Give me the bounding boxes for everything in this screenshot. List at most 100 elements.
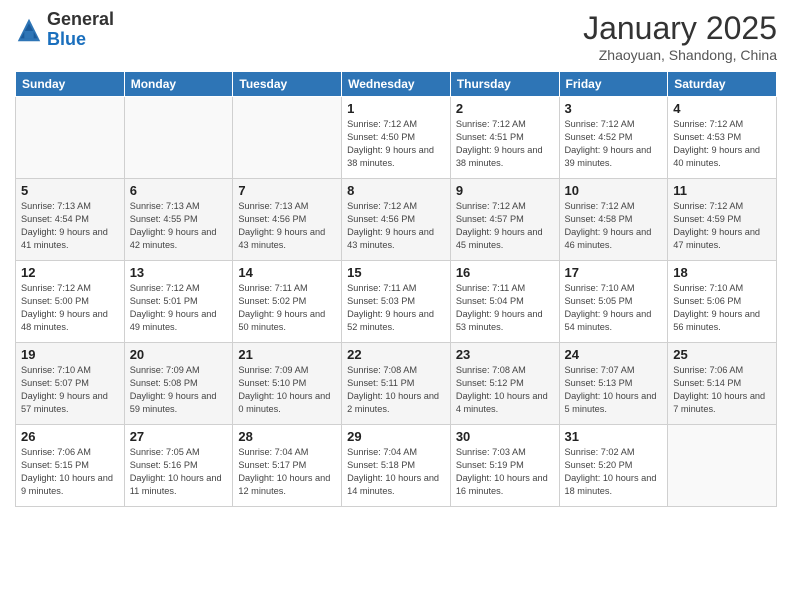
calendar-cell: 9 Sunrise: 7:12 AM Sunset: 4:57 PM Daylig… — [450, 179, 559, 261]
calendar-cell: 12 Sunrise: 7:12 AM Sunset: 5:00 PM Dayli… — [16, 261, 125, 343]
calendar-week-5: 26 Sunrise: 7:06 AM Sunset: 5:15 PM Dayli… — [16, 425, 777, 507]
calendar-cell: 14 Sunrise: 7:11 AM Sunset: 5:02 PM Dayli… — [233, 261, 342, 343]
day-number: 7 — [238, 183, 336, 198]
day-number: 28 — [238, 429, 336, 444]
day-info: Sunrise: 7:08 AM Sunset: 5:11 PM Dayligh… — [347, 364, 445, 416]
calendar-cell: 7Sunrise: 7:13 AM Sunset: 4:56 PM Daylig… — [233, 179, 342, 261]
calendar-week-1: 1 Sunrise: 7:12 AM Sunset: 4:50 PM Daylig… — [16, 97, 777, 179]
day-info: Sunrise: 7:12 AM Sunset: 4:58 PM Dayligh… — [565, 200, 663, 252]
month-title: January 2025 — [583, 10, 777, 47]
day-info: Sunrise: 7:02 AM Sunset: 5:20 PM Dayligh… — [565, 446, 663, 498]
logo: General Blue — [15, 10, 114, 50]
day-info: Sunrise: 7:06 AM Sunset: 5:15 PM Dayligh… — [21, 446, 119, 498]
calendar-cell — [233, 97, 342, 179]
day-number: 21 — [238, 347, 336, 362]
calendar-cell: 16 Sunrise: 7:11 AM Sunset: 5:04 PM Dayli… — [450, 261, 559, 343]
day-number: 2 — [456, 101, 554, 116]
day-number: 29 — [347, 429, 445, 444]
day-number: 1 — [347, 101, 445, 116]
calendar-cell: 1 Sunrise: 7:12 AM Sunset: 4:50 PM Daylig… — [342, 97, 451, 179]
day-number: 3 — [565, 101, 663, 116]
day-info: Sunrise: 7:03 AM Sunset: 5:19 PM Dayligh… — [456, 446, 554, 498]
day-info: Sunrise: 7:09 AM Sunset: 5:08 PM Dayligh… — [130, 364, 228, 416]
day-number: 9 — [456, 183, 554, 198]
day-info: Sunrise: 7:04 AM Sunset: 5:17 PM Dayligh… — [238, 446, 336, 498]
day-info: Sunrise: 7:13 AM Sunset: 4:54 PM Dayligh… — [21, 200, 119, 252]
day-info: Sunrise: 7:12 AM Sunset: 5:01 PM Dayligh… — [130, 282, 228, 334]
calendar-cell: 31 Sunrise: 7:02 AM Sunset: 5:20 PM Dayli… — [559, 425, 668, 507]
col-tuesday: Tuesday — [233, 72, 342, 97]
day-number: 20 — [130, 347, 228, 362]
calendar-cell: 24Sunrise: 7:07 AM Sunset: 5:13 PM Dayli… — [559, 343, 668, 425]
day-info: Sunrise: 7:12 AM Sunset: 5:00 PM Dayligh… — [21, 282, 119, 334]
calendar-table: Sunday Monday Tuesday Wednesday Thursday… — [15, 71, 777, 507]
calendar-cell: 25 Sunrise: 7:06 AM Sunset: 5:14 PM Dayli… — [668, 343, 777, 425]
day-number: 4 — [673, 101, 771, 116]
day-number: 27 — [130, 429, 228, 444]
day-info: Sunrise: 7:11 AM Sunset: 5:02 PM Dayligh… — [238, 282, 336, 334]
day-info: Sunrise: 7:12 AM Sunset: 4:57 PM Dayligh… — [456, 200, 554, 252]
day-info: Sunrise: 7:12 AM Sunset: 4:52 PM Dayligh… — [565, 118, 663, 170]
day-info: Sunrise: 7:12 AM Sunset: 4:59 PM Dayligh… — [673, 200, 771, 252]
day-info: Sunrise: 7:12 AM Sunset: 4:50 PM Dayligh… — [347, 118, 445, 170]
calendar-cell — [124, 97, 233, 179]
logo-general: General — [47, 9, 114, 29]
day-info: Sunrise: 7:12 AM Sunset: 4:53 PM Dayligh… — [673, 118, 771, 170]
day-number: 14 — [238, 265, 336, 280]
day-number: 22 — [347, 347, 445, 362]
calendar-cell: 8Sunrise: 7:12 AM Sunset: 4:56 PM Daylig… — [342, 179, 451, 261]
day-info: Sunrise: 7:07 AM Sunset: 5:13 PM Dayligh… — [565, 364, 663, 416]
day-number: 13 — [130, 265, 228, 280]
day-number: 26 — [21, 429, 119, 444]
day-number: 31 — [565, 429, 663, 444]
calendar-cell: 30Sunrise: 7:03 AM Sunset: 5:19 PM Dayli… — [450, 425, 559, 507]
day-number: 25 — [673, 347, 771, 362]
calendar-cell: 11 Sunrise: 7:12 AM Sunset: 4:59 PM Dayli… — [668, 179, 777, 261]
day-number: 17 — [565, 265, 663, 280]
day-number: 11 — [673, 183, 771, 198]
day-number: 18 — [673, 265, 771, 280]
day-number: 19 — [21, 347, 119, 362]
day-number: 16 — [456, 265, 554, 280]
col-saturday: Saturday — [668, 72, 777, 97]
day-info: Sunrise: 7:10 AM Sunset: 5:05 PM Dayligh… — [565, 282, 663, 334]
day-number: 15 — [347, 265, 445, 280]
day-number: 10 — [565, 183, 663, 198]
calendar-cell: 27 Sunrise: 7:05 AM Sunset: 5:16 PM Dayli… — [124, 425, 233, 507]
calendar-cell: 4 Sunrise: 7:12 AM Sunset: 4:53 PM Daylig… — [668, 97, 777, 179]
logo-icon — [15, 16, 43, 44]
day-info: Sunrise: 7:10 AM Sunset: 5:07 PM Dayligh… — [21, 364, 119, 416]
day-number: 6 — [130, 183, 228, 198]
day-info: Sunrise: 7:06 AM Sunset: 5:14 PM Dayligh… — [673, 364, 771, 416]
calendar-week-2: 5Sunrise: 7:13 AM Sunset: 4:54 PM Daylig… — [16, 179, 777, 261]
day-number: 12 — [21, 265, 119, 280]
col-thursday: Thursday — [450, 72, 559, 97]
calendar-cell: 29 Sunrise: 7:04 AM Sunset: 5:18 PM Dayli… — [342, 425, 451, 507]
col-friday: Friday — [559, 72, 668, 97]
day-info: Sunrise: 7:11 AM Sunset: 5:03 PM Dayligh… — [347, 282, 445, 334]
col-wednesday: Wednesday — [342, 72, 451, 97]
day-info: Sunrise: 7:10 AM Sunset: 5:06 PM Dayligh… — [673, 282, 771, 334]
calendar-cell: 2 Sunrise: 7:12 AM Sunset: 4:51 PM Daylig… — [450, 97, 559, 179]
location-subtitle: Zhaoyuan, Shandong, China — [583, 47, 777, 63]
day-info: Sunrise: 7:12 AM Sunset: 4:51 PM Dayligh… — [456, 118, 554, 170]
col-monday: Monday — [124, 72, 233, 97]
logo-text: General Blue — [47, 10, 114, 50]
day-info: Sunrise: 7:05 AM Sunset: 5:16 PM Dayligh… — [130, 446, 228, 498]
day-info: Sunrise: 7:08 AM Sunset: 5:12 PM Dayligh… — [456, 364, 554, 416]
calendar-cell: 22 Sunrise: 7:08 AM Sunset: 5:11 PM Dayli… — [342, 343, 451, 425]
calendar-cell: 13 Sunrise: 7:12 AM Sunset: 5:01 PM Dayli… — [124, 261, 233, 343]
day-info: Sunrise: 7:11 AM Sunset: 5:04 PM Dayligh… — [456, 282, 554, 334]
calendar-cell — [668, 425, 777, 507]
calendar-cell: 17 Sunrise: 7:10 AM Sunset: 5:05 PM Dayli… — [559, 261, 668, 343]
day-number: 23 — [456, 347, 554, 362]
calendar-cell: 15 Sunrise: 7:11 AM Sunset: 5:03 PM Dayli… — [342, 261, 451, 343]
calendar-cell: 10 Sunrise: 7:12 AM Sunset: 4:58 PM Dayli… — [559, 179, 668, 261]
calendar-body: 1 Sunrise: 7:12 AM Sunset: 4:50 PM Daylig… — [16, 97, 777, 507]
calendar-week-4: 19 Sunrise: 7:10 AM Sunset: 5:07 PM Dayli… — [16, 343, 777, 425]
calendar-cell: 26 Sunrise: 7:06 AM Sunset: 5:15 PM Dayli… — [16, 425, 125, 507]
calendar-cell: 6Sunrise: 7:13 AM Sunset: 4:55 PM Daylig… — [124, 179, 233, 261]
calendar-cell: 20 Sunrise: 7:09 AM Sunset: 5:08 PM Dayli… — [124, 343, 233, 425]
calendar-cell: 18 Sunrise: 7:10 AM Sunset: 5:06 PM Dayli… — [668, 261, 777, 343]
day-info: Sunrise: 7:04 AM Sunset: 5:18 PM Dayligh… — [347, 446, 445, 498]
